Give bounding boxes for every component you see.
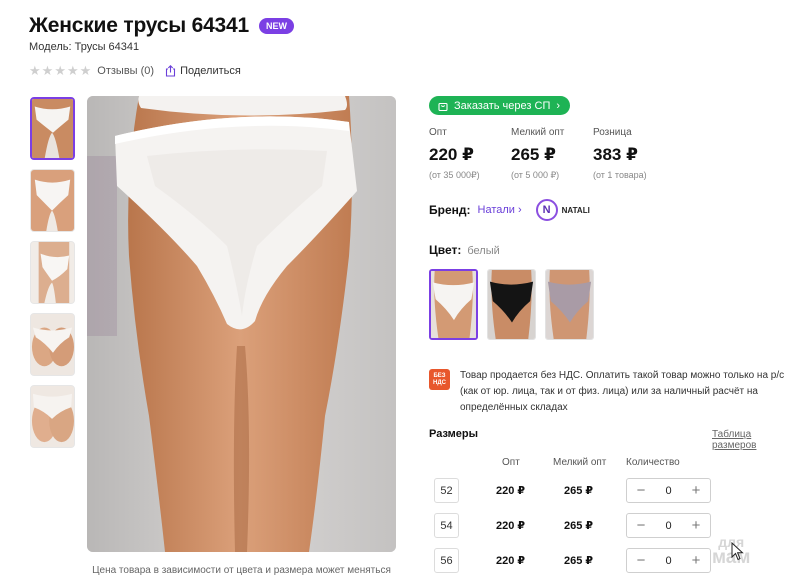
size-price-small-opt: 265 ₽ — [564, 520, 594, 532]
plus-icon[interactable]: + — [689, 553, 703, 568]
vat-notice-text: Товар продается без НДС. Оплатить такой … — [460, 370, 785, 413]
price-note: (от 1 товара) — [593, 170, 647, 180]
size-header-small-opt: Мелкий опт — [553, 457, 607, 468]
plus-icon[interactable]: + — [689, 518, 703, 533]
title-row: Женские трусы 64341 NEW — [29, 14, 294, 38]
order-sp-button[interactable]: Заказать через СП › — [429, 96, 571, 115]
color-swatch-black[interactable] — [487, 269, 536, 340]
minus-icon[interactable]: − — [634, 518, 648, 533]
price-label: Розница — [593, 127, 632, 138]
thumbnail-2[interactable] — [30, 169, 75, 232]
reviews-link[interactable]: Отзывы (0) — [97, 65, 154, 77]
plus-icon[interactable]: + — [689, 483, 703, 498]
quantity-value[interactable]: 0 — [665, 555, 671, 567]
order-sp-label: Заказать через СП — [454, 99, 551, 112]
quantity-value[interactable]: 0 — [665, 485, 671, 497]
price-label: Опт — [429, 127, 447, 138]
minus-icon[interactable]: − — [634, 483, 648, 498]
image-caption: Цена товара в зависимости от цвета и раз… — [92, 565, 391, 576]
quantity-stepper: − 0 + — [626, 513, 711, 538]
price-note: (от 5 000 ₽) — [511, 170, 560, 180]
star-icon: ★ — [54, 63, 66, 78]
color-swatches — [429, 269, 594, 340]
vat-icon-line-2: НДС — [433, 379, 446, 386]
minus-icon[interactable]: − — [634, 553, 648, 568]
star-icon: ★ — [41, 63, 54, 78]
thumbnail-1[interactable] — [30, 97, 75, 160]
main-product-image[interactable] — [87, 96, 396, 552]
size-price-opt: 220 ₽ — [496, 520, 526, 532]
share-button[interactable]: Поделиться — [165, 65, 241, 77]
chevron-right-icon: › — [556, 99, 561, 112]
size-price-small-opt: 265 ₽ — [564, 485, 594, 497]
brand-link[interactable]: Натали › — [478, 204, 522, 216]
star-icon: ★ — [79, 63, 92, 78]
color-swatch-white[interactable] — [429, 269, 478, 340]
rating-row: ★ ★ ★ ★ ★ Отзывы (0) Поделиться — [29, 64, 241, 77]
rating-stars: ★ ★ ★ ★ ★ — [29, 64, 91, 77]
no-vat-icon: БЕЗ НДС — [429, 369, 450, 390]
price-tiers: Опт 220 ₽ (от 35 000₽) Мелкий опт 265 ₽ … — [429, 127, 675, 181]
model-line: Модель: Трусы 64341 — [29, 41, 140, 53]
size-label: 52 — [434, 478, 459, 503]
brand-link-text: Натали — [477, 204, 515, 216]
sizes-title: Размеры — [429, 428, 479, 440]
size-label: 54 — [434, 513, 459, 538]
new-badge: NEW — [259, 18, 294, 34]
brand-row: Бренд: Натали › N NATALI — [429, 199, 590, 221]
price-note: (от 35 000₽) — [429, 170, 480, 180]
thumbnail-list — [30, 97, 76, 457]
color-label: Цвет: — [429, 243, 462, 257]
quantity-value[interactable]: 0 — [665, 520, 671, 532]
price-tier-retail: Розница 383 ₽ (от 1 товара) — [593, 127, 675, 181]
size-row: 52 220 ₽ 265 ₽ − 0 + — [429, 478, 798, 504]
color-value: белый — [467, 245, 500, 257]
size-price-opt: 220 ₽ — [496, 485, 526, 497]
price-value: 383 ₽ — [593, 145, 638, 164]
share-label: Поделиться — [180, 64, 241, 77]
chevron-right-icon: › — [517, 204, 522, 216]
color-row: Цвет: белый — [429, 243, 500, 257]
page-title: Женские трусы 64341 — [29, 14, 249, 37]
thumbnail-5[interactable] — [30, 385, 75, 448]
star-icon: ★ — [66, 63, 79, 78]
color-swatch-grey[interactable] — [545, 269, 594, 340]
size-label: 56 — [434, 548, 459, 573]
size-price-small-opt: 265 ₽ — [564, 555, 594, 567]
mouse-cursor-icon — [731, 542, 744, 561]
vat-icon-line-1: БЕЗ — [433, 372, 446, 379]
price-tier-small-opt: Мелкий опт 265 ₽ (от 5 000 ₽) — [511, 127, 593, 181]
size-table-link[interactable]: Таблица размеров — [712, 429, 798, 451]
quantity-stepper: − 0 + — [626, 548, 711, 573]
price-value: 220 ₽ — [429, 145, 474, 164]
vat-notice: БЕЗ НДС Товар продается без НДС. Оплатить… — [429, 369, 798, 416]
size-header-opt: Опт — [502, 457, 520, 468]
thumbnail-4[interactable] — [30, 313, 75, 376]
brand-logo[interactable]: N NATALI — [535, 199, 590, 221]
price-value: 265 ₽ — [511, 145, 556, 164]
brand-logo-mark: N — [535, 199, 558, 221]
size-price-opt: 220 ₽ — [496, 555, 526, 567]
thumbnail-3[interactable] — [30, 241, 75, 304]
price-tier-opt: Опт 220 ₽ (от 35 000₽) — [429, 127, 511, 181]
quantity-stepper: − 0 + — [626, 478, 711, 503]
brand-label: Бренд: — [429, 203, 471, 217]
size-header-qty: Количество — [626, 457, 680, 468]
price-label: Мелкий опт — [511, 127, 565, 138]
bag-icon — [438, 102, 448, 111]
brand-logo-name: NATALI — [561, 205, 590, 215]
star-icon: ★ — [29, 63, 41, 78]
share-icon — [166, 64, 176, 77]
